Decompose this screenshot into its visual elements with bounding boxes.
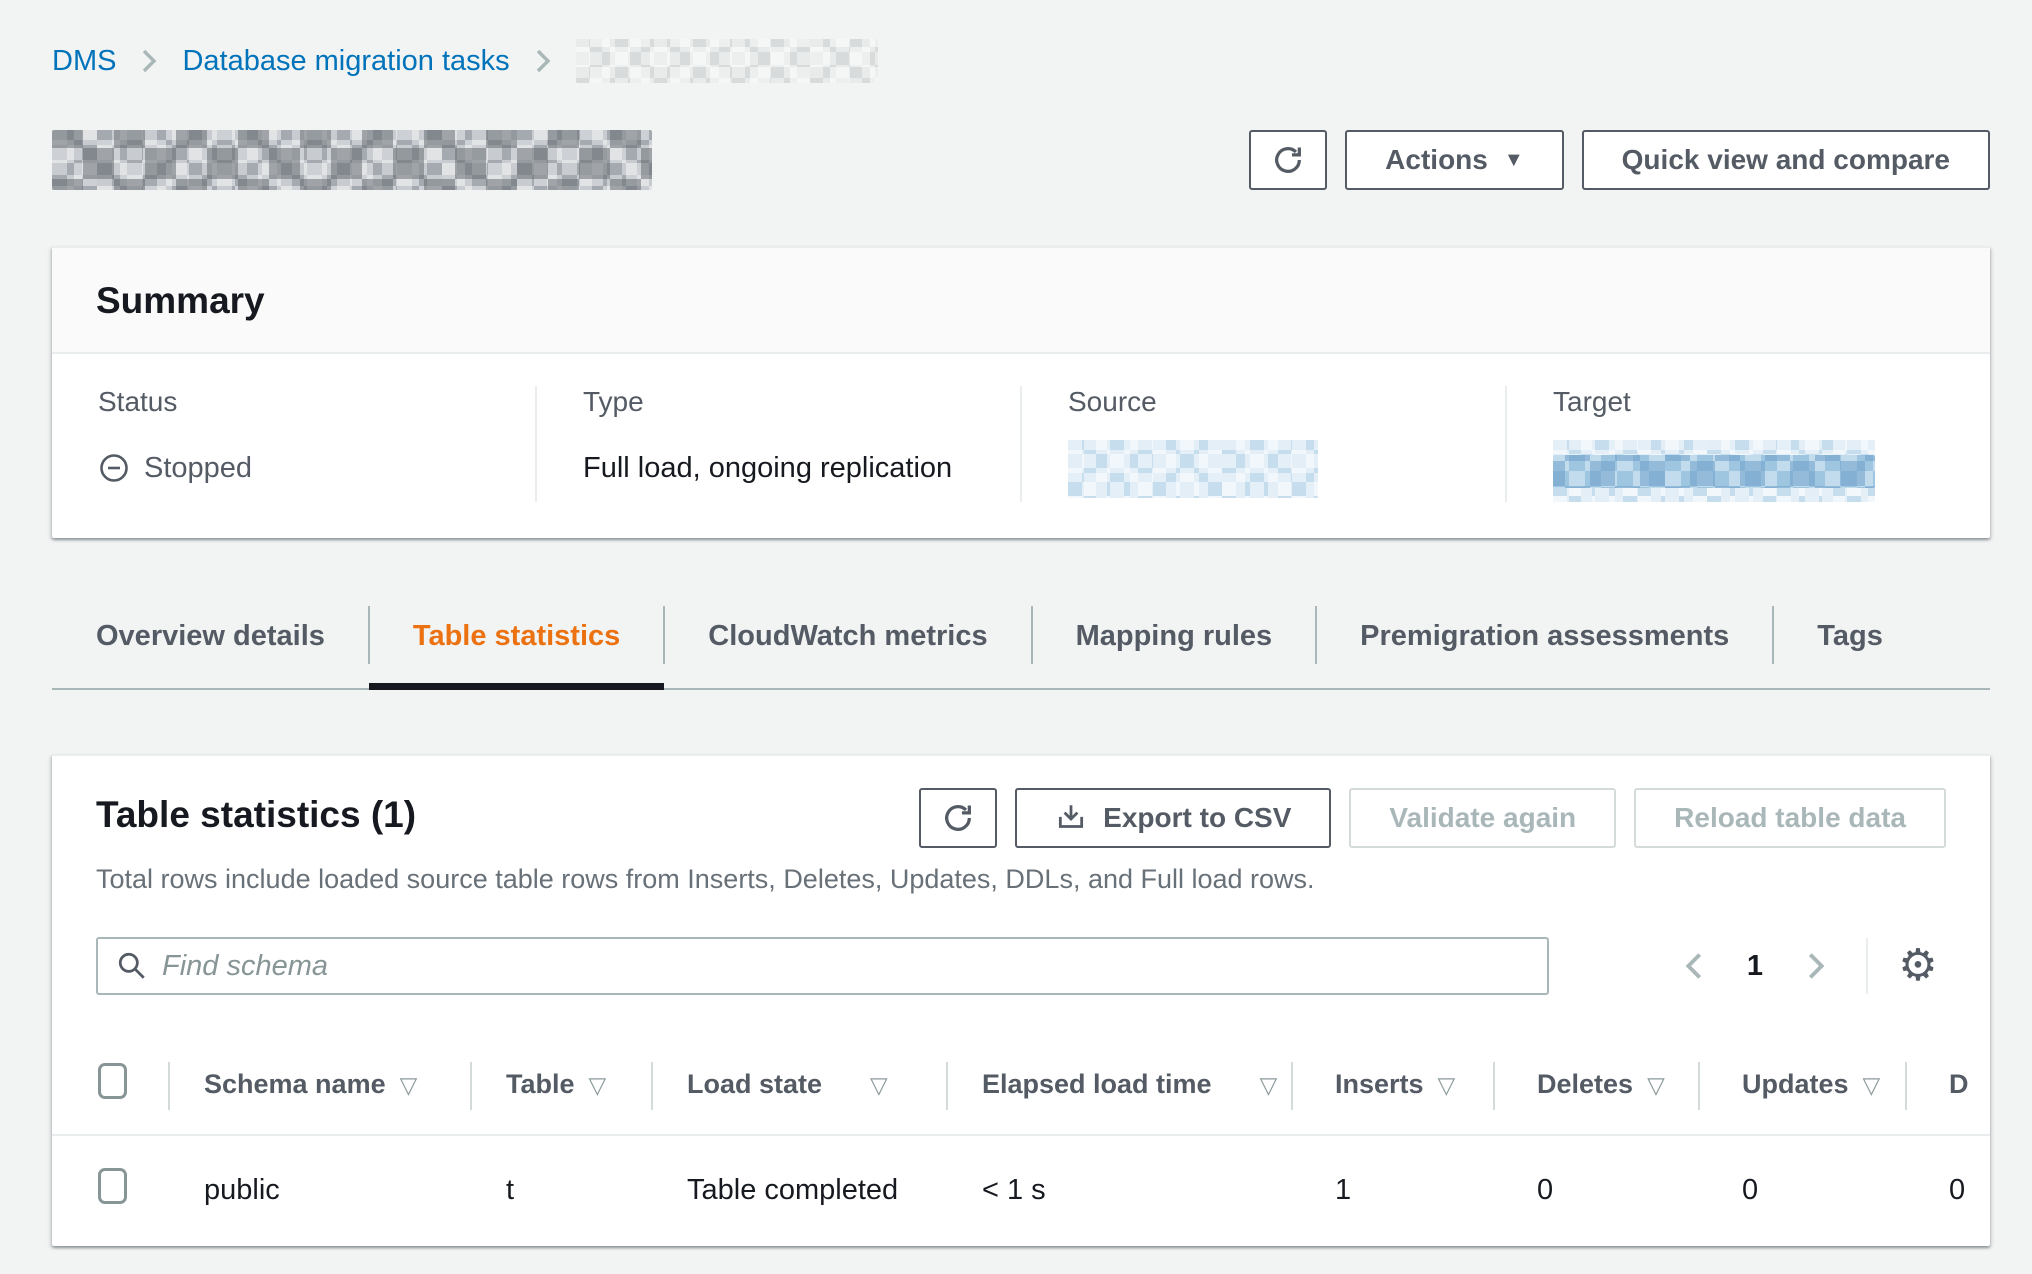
statistics-table-wrap: Schema name ▽ Table ▽ Load state ▽ Elapsed … bbox=[52, 1037, 1990, 1246]
actions-button-label: Actions bbox=[1385, 144, 1488, 176]
schema-search bbox=[96, 937, 1549, 995]
caret-down-icon: ▼ bbox=[1504, 150, 1524, 170]
type-label: Type bbox=[583, 386, 974, 418]
chevron-left-icon bbox=[1681, 949, 1707, 983]
summary-grid: Status Stopped Type Full load, ongoing r… bbox=[52, 354, 1990, 538]
task-name-redacted bbox=[52, 130, 652, 190]
chevron-right-icon bbox=[532, 46, 554, 76]
cell-schema-name: public bbox=[168, 1135, 470, 1246]
tab-premigration-assessments[interactable]: Premigration assessments bbox=[1316, 604, 1773, 688]
source-endpoint-link-redacted[interactable] bbox=[1068, 440, 1318, 498]
cell-load-state: Table completed bbox=[651, 1135, 946, 1246]
summary-card: Summary Status Stopped Type Full load, o… bbox=[52, 246, 1990, 538]
pagination: 1 ⚙ bbox=[1666, 938, 1946, 994]
search-input[interactable] bbox=[162, 939, 1529, 993]
statistics-table: Schema name ▽ Table ▽ Load state ▽ Elapsed … bbox=[52, 1037, 1990, 1246]
target-endpoint-link-redacted[interactable] bbox=[1553, 440, 1875, 502]
refresh-icon bbox=[941, 801, 975, 835]
col-elapsed-load-time: Elapsed load time bbox=[982, 1069, 1212, 1099]
cell-deletes: 0 bbox=[1493, 1135, 1698, 1246]
sort-icon[interactable]: ▽ bbox=[1647, 1072, 1665, 1098]
target-redacted-band bbox=[1553, 455, 1875, 488]
refresh-button[interactable] bbox=[1249, 130, 1327, 190]
summary-target-col: Target bbox=[1505, 386, 1990, 502]
tab-overview-details[interactable]: Overview details bbox=[52, 604, 369, 688]
current-page-number[interactable]: 1 bbox=[1730, 950, 1780, 983]
download-icon bbox=[1055, 802, 1087, 834]
breadcrumb-dms-link[interactable]: DMS bbox=[52, 45, 116, 78]
chevron-right-icon bbox=[138, 46, 160, 76]
stopped-icon bbox=[98, 452, 130, 484]
sort-icon[interactable]: ▽ bbox=[589, 1072, 607, 1098]
col-inserts: Inserts bbox=[1335, 1069, 1424, 1099]
tab-mapping-rules[interactable]: Mapping rules bbox=[1032, 604, 1317, 688]
next-page-button[interactable] bbox=[1788, 938, 1844, 994]
breadcrumb: DMS Database migration tasks bbox=[52, 38, 1990, 84]
gear-icon: ⚙ bbox=[1898, 944, 1937, 988]
search-icon bbox=[116, 950, 148, 982]
reload-table-data-button[interactable]: Reload table data bbox=[1634, 788, 1946, 848]
select-all-checkbox[interactable] bbox=[98, 1063, 127, 1099]
cell-ddls-cut: 0 bbox=[1905, 1135, 1990, 1246]
breadcrumb-tasks-link[interactable]: Database migration tasks bbox=[182, 45, 509, 78]
cell-table: t bbox=[470, 1135, 651, 1246]
actions-button[interactable]: Actions ▼ bbox=[1345, 130, 1563, 190]
tab-cloudwatch-metrics[interactable]: CloudWatch metrics bbox=[664, 604, 1031, 688]
tab-tags[interactable]: Tags bbox=[1773, 604, 1927, 688]
chevron-right-icon bbox=[1803, 949, 1829, 983]
col-schema-name: Schema name bbox=[204, 1069, 386, 1099]
cell-updates: 0 bbox=[1698, 1135, 1905, 1246]
table-row: public t Table completed < 1 s 1 0 0 0 bbox=[52, 1135, 1990, 1246]
col-table: Table bbox=[506, 1069, 575, 1099]
cell-elapsed-load-time: < 1 s bbox=[946, 1135, 1291, 1246]
sort-icon[interactable]: ▽ bbox=[870, 1072, 888, 1098]
breadcrumb-current-redacted bbox=[576, 39, 878, 83]
table-toolbar: Export to CSV Validate again Reload tabl… bbox=[919, 788, 1946, 848]
header-actions: Actions ▼ Quick view and compare bbox=[1249, 130, 1990, 190]
summary-source-col: Source bbox=[1020, 386, 1505, 502]
col-deletes: Deletes bbox=[1537, 1069, 1633, 1099]
sort-icon[interactable]: ▽ bbox=[1863, 1072, 1881, 1098]
quick-view-compare-button[interactable]: Quick view and compare bbox=[1582, 130, 1990, 190]
summary-type-col: Type Full load, ongoing replication bbox=[535, 386, 1020, 502]
dms-task-page: DMS Database migration tasks Actions ▼ bbox=[0, 0, 2032, 1246]
table-header-row: Schema name ▽ Table ▽ Load state ▽ Elapsed … bbox=[52, 1037, 1990, 1135]
status-value: Stopped bbox=[144, 452, 252, 485]
sort-icon[interactable]: ▽ bbox=[400, 1072, 418, 1098]
pagination-divider bbox=[1866, 938, 1868, 994]
col-updates: Updates bbox=[1742, 1069, 1849, 1099]
summary-status-col: Status Stopped bbox=[52, 386, 535, 502]
table-refresh-button[interactable] bbox=[919, 788, 997, 848]
cell-inserts: 1 bbox=[1291, 1135, 1493, 1246]
row-checkbox[interactable] bbox=[98, 1168, 127, 1204]
table-statistics-description: Total rows include loaded source table r… bbox=[52, 848, 1990, 895]
col-load-state: Load state bbox=[687, 1069, 822, 1099]
table-statistics-title: Table statistics (1) bbox=[96, 788, 416, 836]
tab-table-statistics[interactable]: Table statistics bbox=[369, 604, 664, 688]
source-label: Source bbox=[1068, 386, 1459, 418]
summary-title: Summary bbox=[52, 248, 1990, 354]
export-csv-button[interactable]: Export to CSV bbox=[1015, 788, 1331, 848]
table-preferences-button[interactable]: ⚙ bbox=[1890, 938, 1946, 994]
status-label: Status bbox=[98, 386, 489, 418]
validate-again-button[interactable]: Validate again bbox=[1349, 788, 1616, 848]
col-ddls-cut: D bbox=[1949, 1069, 1969, 1099]
refresh-icon bbox=[1271, 143, 1305, 177]
prev-page-button[interactable] bbox=[1666, 938, 1722, 994]
table-statistics-card: Table statistics (1) Export to CSV Valid… bbox=[52, 754, 1990, 1246]
type-value: Full load, ongoing replication bbox=[583, 452, 952, 485]
target-label: Target bbox=[1553, 386, 1944, 418]
page-header: Actions ▼ Quick view and compare bbox=[52, 130, 1990, 190]
sort-icon[interactable]: ▽ bbox=[1260, 1072, 1278, 1098]
detail-tabs: Overview details Table statistics CloudW… bbox=[52, 604, 1990, 690]
sort-icon[interactable]: ▽ bbox=[1438, 1072, 1456, 1098]
quick-view-label: Quick view and compare bbox=[1622, 144, 1950, 176]
